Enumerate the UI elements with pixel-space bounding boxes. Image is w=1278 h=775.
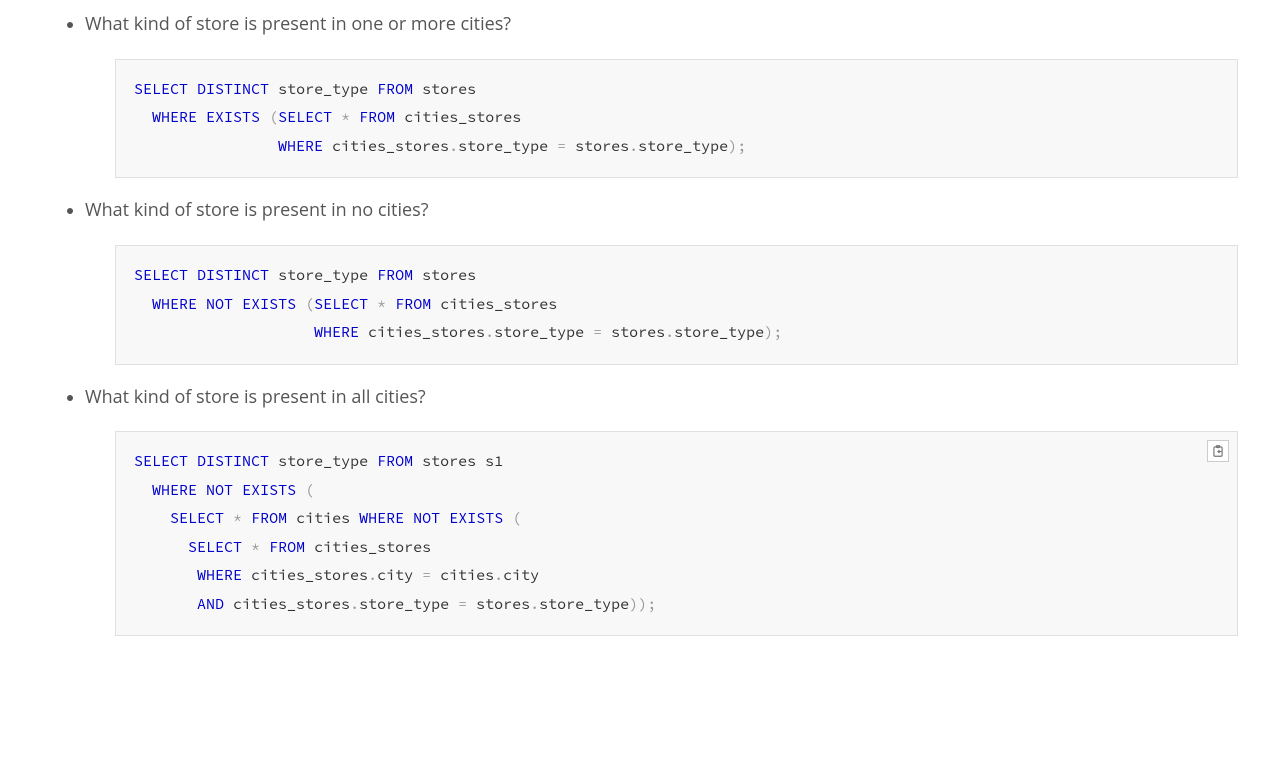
sql-identifier: cities [440, 566, 494, 585]
sql-keyword: WHERE [359, 509, 404, 528]
sql-keyword: WHERE [152, 108, 197, 127]
sql-keyword: WHERE [197, 566, 242, 585]
sql-operator: ) [764, 323, 773, 342]
sql-keyword: SELECT [170, 509, 224, 528]
sql-keyword: FROM [251, 509, 287, 528]
sql-operator: ( [305, 481, 314, 500]
sql-keyword: SELECT [134, 266, 188, 285]
sql-keyword: SELECT [134, 80, 188, 99]
sql-identifier: stores s1 [422, 452, 503, 471]
sql-keyword: FROM [377, 80, 413, 99]
sql-identifier: cities_stores [440, 295, 557, 314]
sql-keyword: EXISTS [206, 108, 260, 127]
sql-operator: = [593, 323, 602, 342]
sql-operator: ( [305, 295, 314, 314]
sql-identifier: stores [422, 80, 476, 99]
sql-keyword: FROM [395, 295, 431, 314]
code-block: SELECT DISTINCT store_type FROM stores s… [115, 431, 1238, 636]
sql-keyword: WHERE [152, 295, 197, 314]
clipboard-icon [1211, 444, 1225, 458]
example-list: What kind of store is present in one or … [40, 10, 1238, 636]
sql-keyword: DISTINCT [197, 452, 269, 471]
sql-identifier: stores [611, 323, 665, 342]
sql-keyword: EXISTS [242, 295, 296, 314]
sql-identifier: city [503, 566, 539, 585]
sql-operator: ) [629, 595, 638, 614]
sql-operator: ( [512, 509, 521, 528]
sql-keyword: FROM [377, 452, 413, 471]
sql-operator: ; [773, 323, 782, 342]
sql-keyword: DISTINCT [197, 80, 269, 99]
code-block: SELECT DISTINCT store_type FROM stores W… [115, 59, 1238, 179]
sql-identifier: cities_stores [332, 137, 449, 156]
document-content: What kind of store is present in one or … [0, 0, 1278, 674]
sql-operator: = [458, 595, 467, 614]
sql-operator: ; [737, 137, 746, 156]
example-item: What kind of store is present in all cit… [85, 383, 1238, 637]
question-text: What kind of store is present in one or … [85, 10, 1238, 39]
sql-identifier: store_type [458, 137, 548, 156]
question-text: What kind of store is present in all cit… [85, 383, 1238, 412]
sql-keyword: WHERE [152, 481, 197, 500]
sql-operator: ) [638, 595, 647, 614]
sql-identifier: cities [296, 509, 350, 528]
sql-operator: . [530, 595, 539, 614]
example-item: What kind of store is present in no citi… [85, 196, 1238, 364]
sql-keyword: WHERE [314, 323, 359, 342]
sql-keyword: FROM [269, 538, 305, 557]
sql-identifier: store_type [539, 595, 629, 614]
sql-operator: * [251, 538, 260, 557]
sql-operator: * [233, 509, 242, 528]
sql-identifier: store_type [638, 137, 728, 156]
sql-keyword: SELECT [188, 538, 242, 557]
sql-keyword: SELECT [314, 295, 368, 314]
sql-keyword: EXISTS [449, 509, 503, 528]
sql-operator: . [629, 137, 638, 156]
sql-keyword: WHERE [278, 137, 323, 156]
sql-operator: ; [647, 595, 656, 614]
sql-operator: ) [728, 137, 737, 156]
code-block: SELECT DISTINCT store_type FROM stores W… [115, 245, 1238, 365]
example-item: What kind of store is present in one or … [85, 10, 1238, 178]
sql-identifier: cities_stores [314, 538, 431, 557]
sql-identifier: city [377, 566, 413, 585]
sql-identifier: store_type [278, 266, 368, 285]
copy-button[interactable] [1207, 440, 1229, 462]
sql-identifier: cities_stores [404, 108, 521, 127]
sql-identifier: store_type [494, 323, 584, 342]
sql-keyword: FROM [377, 266, 413, 285]
sql-identifier: cities_stores [251, 566, 368, 585]
sql-keyword: FROM [359, 108, 395, 127]
sql-keyword: NOT [206, 481, 233, 500]
sql-operator: . [665, 323, 674, 342]
sql-identifier: store_type [674, 323, 764, 342]
sql-identifier: store_type [278, 452, 368, 471]
sql-keyword: NOT [413, 509, 440, 528]
sql-keyword: SELECT [134, 452, 188, 471]
sql-identifier: stores [476, 595, 530, 614]
sql-keyword: SELECT [278, 108, 332, 127]
sql-identifier: stores [575, 137, 629, 156]
sql-keyword: DISTINCT [197, 266, 269, 285]
sql-keyword: AND [197, 595, 224, 614]
sql-keyword: EXISTS [242, 481, 296, 500]
sql-operator: . [449, 137, 458, 156]
sql-identifier: store_type [278, 80, 368, 99]
sql-operator: . [485, 323, 494, 342]
sql-operator: = [422, 566, 431, 585]
sql-identifier: cities_stores [368, 323, 485, 342]
sql-operator: . [494, 566, 503, 585]
sql-operator: . [350, 595, 359, 614]
sql-operator: = [557, 137, 566, 156]
sql-identifier: store_type [359, 595, 449, 614]
sql-identifier: cities_stores [233, 595, 350, 614]
sql-operator: * [377, 295, 386, 314]
sql-operator: . [368, 566, 377, 585]
sql-operator: ( [269, 108, 278, 127]
sql-operator: * [341, 108, 350, 127]
question-text: What kind of store is present in no citi… [85, 196, 1238, 225]
sql-keyword: NOT [206, 295, 233, 314]
sql-identifier: stores [422, 266, 476, 285]
